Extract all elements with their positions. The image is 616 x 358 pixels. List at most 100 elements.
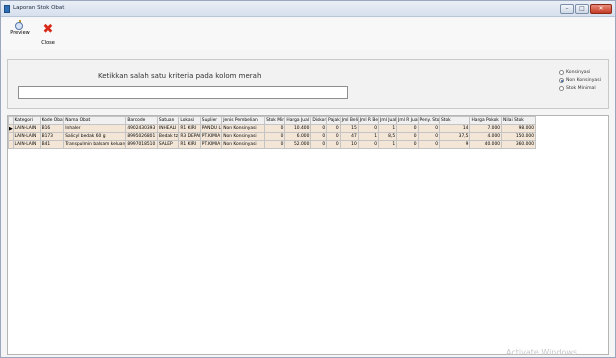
- table-cell[interactable]: Salicyl bedak 60 g: [63, 132, 127, 141]
- table-cell[interactable]: 37,5: [438, 132, 471, 141]
- close-window-button[interactable]: ✕: [590, 4, 612, 14]
- preview-button[interactable]: Preview: [7, 20, 33, 47]
- table-cell[interactable]: 10.400: [284, 124, 312, 133]
- row-pointer-icon[interactable]: ▶: [8, 124, 14, 133]
- table-cell[interactable]: 6.000: [284, 132, 312, 141]
- column-header[interactable]: Kategori: [12, 116, 41, 125]
- table-cell[interactable]: 0: [264, 124, 286, 133]
- table-cell[interactable]: 0: [417, 132, 440, 141]
- column-header[interactable]: Satuan: [156, 116, 180, 125]
- column-header[interactable]: Lokasi: [178, 116, 201, 125]
- table-cell[interactable]: PT.KIMIA: [199, 132, 223, 141]
- table-cell[interactable]: 1: [378, 140, 398, 149]
- table-cell[interactable]: Bedak tz: [156, 132, 180, 141]
- radio-dot[interactable]: [559, 86, 564, 91]
- stock-grid[interactable]: Kategori Kode Obat Nama Obat Barcode Sat…: [7, 115, 609, 355]
- app-icon: [4, 5, 10, 13]
- table-row[interactable]: LAIN-LAIN B41 Transpulmin balsam keluarg…: [8, 140, 536, 149]
- table-cell[interactable]: B173: [39, 132, 65, 141]
- radio-non-konsinyasi[interactable]: Non Konsinyasi: [559, 78, 601, 83]
- table-cell[interactable]: Inhaler: [63, 124, 127, 133]
- table-cell[interactable]: LAIN-LAIN: [12, 140, 41, 149]
- table-cell[interactable]: 0: [264, 132, 286, 141]
- table-cell[interactable]: LAIN-LAIN: [12, 132, 41, 141]
- table-cell[interactable]: 10: [339, 140, 359, 149]
- table-cell[interactable]: 0: [396, 132, 419, 141]
- radio-label-non-konsinyasi: Non Konsinyasi: [566, 78, 601, 83]
- column-header[interactable]: Harga Pokok: [469, 116, 503, 125]
- table-cell[interactable]: 0: [417, 124, 440, 133]
- column-header[interactable]: Kode Obat: [39, 116, 65, 125]
- table-cell[interactable]: 15: [339, 124, 359, 133]
- table-cell[interactable]: 0: [396, 124, 419, 133]
- table-cell[interactable]: Non Konsinyasi: [221, 124, 266, 133]
- table-cell[interactable]: SALEP: [156, 140, 180, 149]
- table-cell[interactable]: LAIN-LAIN: [12, 124, 41, 133]
- table-cell[interactable]: B16: [39, 124, 65, 133]
- table-cell[interactable]: Non Konsinyasi: [221, 140, 266, 149]
- column-header[interactable]: Stok: [438, 116, 471, 125]
- table-cell[interactable]: 0: [326, 132, 341, 141]
- column-header[interactable]: Peny. Stok: [417, 116, 440, 125]
- table-cell[interactable]: 40.000: [469, 140, 503, 149]
- table-cell[interactable]: 0: [310, 132, 328, 141]
- radio-dot-checked[interactable]: [559, 78, 564, 83]
- table-cell[interactable]: 14: [438, 124, 471, 133]
- column-header[interactable]: Harga Jual: [284, 116, 312, 125]
- table-cell[interactable]: 7.000: [469, 124, 503, 133]
- table-cell[interactable]: 0: [310, 140, 328, 149]
- table-cell[interactable]: 0: [357, 124, 380, 133]
- table-cell[interactable]: 0: [326, 140, 341, 149]
- table-cell[interactable]: R1 KIRI: [178, 124, 201, 133]
- column-header[interactable]: Suplier: [199, 116, 223, 125]
- title-bar[interactable]: Laporan Stok Obat – □ ✕: [1, 1, 615, 17]
- table-cell[interactable]: PT.KIMIA: [199, 140, 223, 149]
- table-cell[interactable]: B41: [39, 140, 65, 149]
- table-cell[interactable]: INHEALI: [156, 124, 180, 133]
- table-cell[interactable]: 0: [264, 140, 286, 149]
- table-cell[interactable]: R1 KIRI: [178, 140, 201, 149]
- table-cell[interactable]: Non Konsinyasi: [221, 132, 266, 141]
- close-button[interactable]: ✖ Close: [35, 21, 61, 47]
- radio-stok-minimal[interactable]: Stok Minimal: [559, 86, 596, 91]
- table-cell[interactable]: 52.000: [284, 140, 312, 149]
- minimize-button[interactable]: –: [560, 4, 574, 14]
- table-cell[interactable]: 1: [378, 124, 398, 133]
- radio-konsinyasi[interactable]: Konsinyasi: [559, 70, 590, 75]
- table-cell[interactable]: 4.000: [469, 132, 503, 141]
- table-cell[interactable]: 9: [438, 140, 471, 149]
- table-cell[interactable]: PANDU L: [199, 124, 223, 133]
- column-header[interactable]: Jml Jual: [378, 116, 398, 125]
- table-cell[interactable]: 8,5: [378, 132, 398, 141]
- table-row[interactable]: ▶ LAIN-LAIN B16 Inhaler 4902430393 INHEA…: [8, 124, 536, 133]
- table-cell[interactable]: 4902430393: [125, 124, 158, 133]
- table-cell[interactable]: 98.000: [501, 124, 536, 133]
- table-cell[interactable]: 360.000: [501, 140, 536, 149]
- table-cell[interactable]: R3 DEPAN: [178, 132, 201, 141]
- table-cell[interactable]: 0: [396, 140, 419, 149]
- column-header[interactable]: Nilai Stok: [501, 116, 536, 125]
- column-header[interactable]: Jenis Pembelian: [221, 116, 266, 125]
- column-header[interactable]: Jml Beli: [339, 116, 359, 125]
- table-cell[interactable]: 8995026801: [125, 132, 158, 141]
- table-cell[interactable]: 0: [310, 124, 328, 133]
- table-cell[interactable]: 0: [357, 140, 380, 149]
- column-header[interactable]: Jml R Beli: [357, 116, 380, 125]
- table-cell[interactable]: Transpulmin balsam keluarga: [63, 140, 127, 149]
- table-cell[interactable]: 150.000: [501, 132, 536, 141]
- column-header[interactable]: Barcode: [125, 116, 158, 125]
- table-cell[interactable]: 0: [417, 140, 440, 149]
- table-cell[interactable]: 8997018510: [125, 140, 158, 149]
- table-cell[interactable]: 0: [326, 124, 341, 133]
- table-cell[interactable]: 47: [339, 132, 359, 141]
- radio-dot[interactable]: [559, 70, 564, 75]
- criteria-input[interactable]: [18, 86, 348, 99]
- table-row[interactable]: LAIN-LAIN B173 Salicyl bedak 60 g 899502…: [8, 132, 536, 141]
- column-header[interactable]: Nama Obat: [63, 116, 127, 125]
- column-header[interactable]: Pajak: [326, 116, 341, 125]
- column-header[interactable]: Jml R Jual: [396, 116, 419, 125]
- table-cell[interactable]: 1: [357, 132, 380, 141]
- column-header[interactable]: Diskon: [310, 116, 328, 125]
- column-header[interactable]: Stok Min.: [264, 116, 286, 125]
- maximize-button[interactable]: □: [575, 4, 589, 14]
